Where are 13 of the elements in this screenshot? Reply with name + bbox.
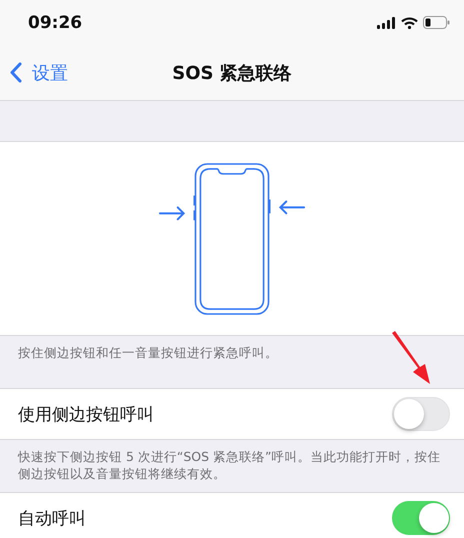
signal-icon	[377, 16, 396, 28]
illustration-caption: 按住侧边按钮和任一音量按钮进行紧急呼叫。	[18, 344, 279, 361]
chevron-left-icon	[9, 62, 22, 83]
wifi-icon	[401, 16, 418, 28]
battery-icon	[423, 16, 450, 29]
setting-label: 自动呼叫	[18, 508, 86, 530]
status-time: 09:26	[28, 12, 82, 32]
setting-description: 快速按下侧边按钮 5 次进行“SOS 紧急联络”呼叫。当此功能打开时，按住侧边按钮以及音量按钮将继续有效。	[18, 448, 442, 482]
back-button[interactable]: 设置	[0, 60, 68, 84]
page-title: SOS 紧急联络	[172, 62, 292, 84]
setting-label: 使用侧边按钮呼叫	[18, 404, 154, 426]
toggle-switch[interactable]	[392, 397, 450, 431]
toggle-switch[interactable]	[392, 501, 450, 535]
